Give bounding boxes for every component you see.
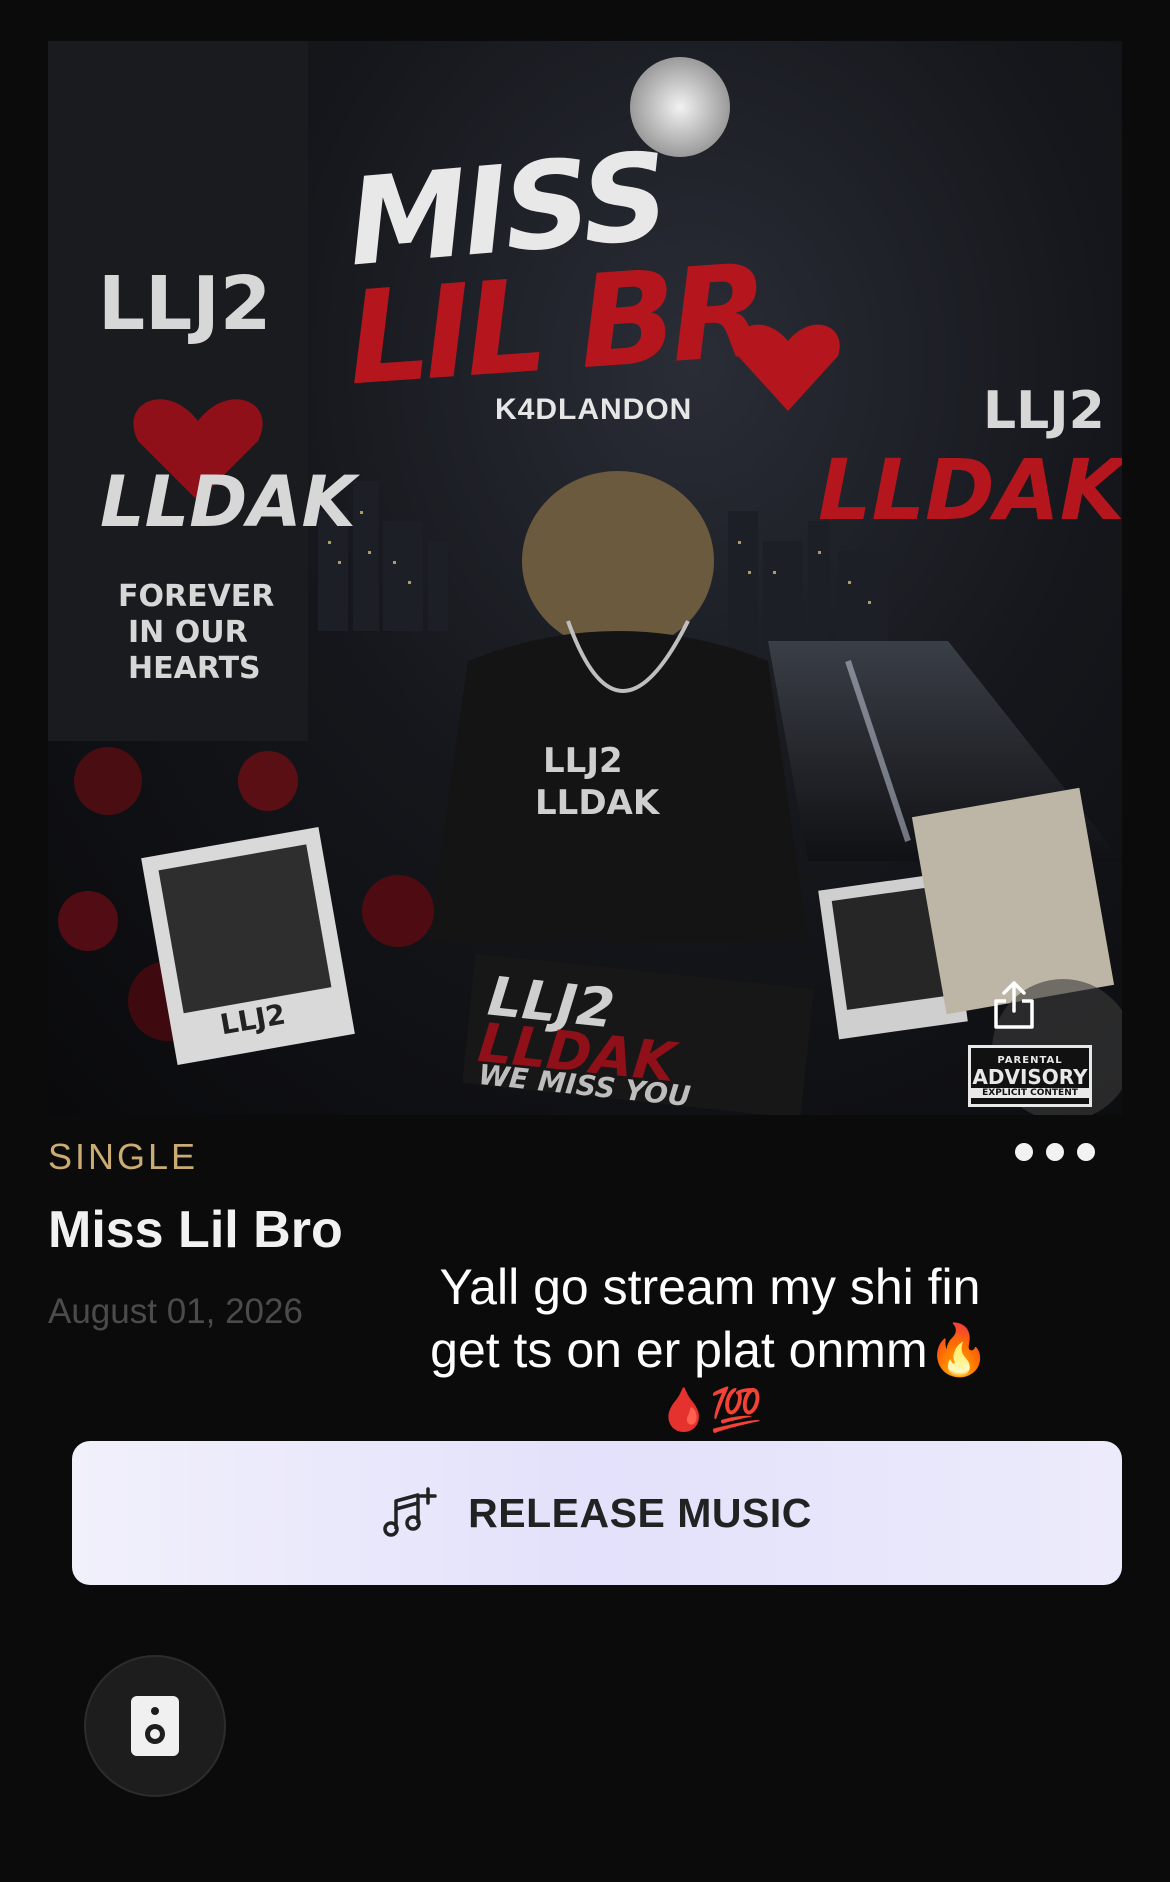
- album-cover[interactable]: MISS LIL BR K4DLANDON LLJ2 LLDAK FOREVER…: [48, 41, 1122, 1115]
- share-icon: [994, 981, 1034, 1029]
- advisory-top: PARENTAL: [997, 1054, 1063, 1066]
- advisory-bottom: EXPLICIT CONTENT: [971, 1087, 1089, 1098]
- cover-left-forever: FOREVER: [118, 579, 275, 614]
- more-icon: [1077, 1143, 1095, 1161]
- release-type-label: SINGLE: [48, 1136, 199, 1177]
- parental-advisory-label: PARENTAL ADVISORY EXPLICIT CONTENT: [968, 1045, 1092, 1107]
- cover-artist: K4DLANDON: [495, 393, 693, 426]
- cover-left-llj2: LLJ2: [98, 261, 272, 347]
- release-music-button[interactable]: RELEASE MUSIC: [72, 1441, 1122, 1585]
- caption-line-3: 🩸💯: [657, 1386, 763, 1433]
- cover-right-lldak: LLDAK: [818, 441, 1122, 539]
- release-title: Miss Lil Bro: [48, 1201, 343, 1259]
- speaker-button[interactable]: [84, 1655, 226, 1797]
- caption-line-1: Yall go stream my shi fin: [439, 1259, 981, 1315]
- shirt-llj2: LLJ2: [543, 741, 623, 781]
- caption-line-2: get ts on er plat onmm🔥: [430, 1322, 990, 1378]
- release-music-label: RELEASE MUSIC: [468, 1489, 812, 1536]
- cover-right-llj2: LLJ2: [983, 381, 1105, 441]
- more-icon: [1046, 1143, 1064, 1161]
- release-date: August 01, 2026: [48, 1292, 303, 1331]
- more-options-button[interactable]: [1015, 1132, 1095, 1172]
- cover-title-line2: LIL BR: [343, 236, 769, 415]
- music-add-icon: [383, 1487, 437, 1537]
- cover-left-hearts: HEARTS: [128, 651, 261, 686]
- advisory-mid: ADVISORY: [972, 1064, 1088, 1089]
- cover-left-lldak: LLDAK: [100, 461, 356, 543]
- more-icon: [1015, 1143, 1033, 1161]
- caption-text: Yall go stream my shi fin get ts on er p…: [380, 1256, 1040, 1438]
- shirt-lldak: LLDAK: [535, 783, 660, 823]
- speaker-icon: [131, 1696, 179, 1756]
- cover-left-in-our: IN OUR: [128, 615, 248, 650]
